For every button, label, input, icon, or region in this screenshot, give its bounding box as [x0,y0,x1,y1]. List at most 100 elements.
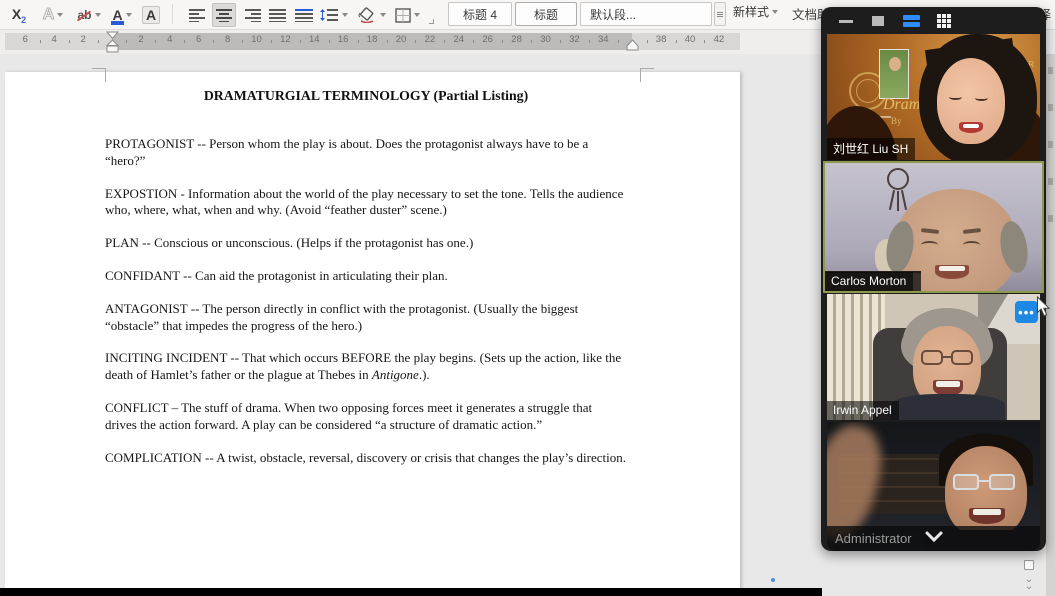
doc-paragraph: CONFIDANT -- Can aid the protagonist in … [105,268,627,285]
dialog-launcher-icon[interactable] [429,19,434,24]
font-color-button[interactable]: A [106,3,138,27]
participant-name-label: 刘世红 Liu SH [827,138,915,160]
ruler-number: 24 [454,34,465,45]
doc-paragraph: ANTAGONIST -- The person directly in con… [105,301,627,335]
style-default-paragraph[interactable]: 默认段... [580,2,712,26]
chevron-down-icon [126,13,132,17]
right-indent-marker[interactable] [626,39,639,52]
character-shading-icon: A [142,6,160,24]
video-tile-liu[interactable]: THEATER/ DANCE Dram By 刘世红 Liu SH [827,34,1040,160]
style-gallery-scroll[interactable] [714,2,726,26]
more-options-button[interactable]: ••• [1015,301,1038,323]
participant-name-label: Irwin Appel [827,401,899,420]
ruler-number: 32 [569,34,580,45]
ruler-number: 16 [338,34,349,45]
video-panel-header [821,7,1046,34]
doc-paragraph: PLAN -- Conscious or unconscious. (Helps… [105,235,627,252]
doc-paragraph: COMPLICATION -- A twist, obstacle, rever… [105,450,627,467]
font-color-icon: A [112,7,122,23]
ruler-number: 2 [138,34,143,45]
chevron-down-icon [342,13,348,17]
character-shading-button[interactable]: A [138,3,164,27]
ruler-number: 28 [511,34,522,45]
gallery-strip-view-button[interactable] [900,13,922,29]
next-page-button[interactable] [1024,560,1034,570]
ruler-number: 6 [23,34,28,45]
align-right-button[interactable] [240,3,264,27]
participant-name-label: Carlos Morton [825,272,913,291]
mouse-cursor [1036,296,1051,317]
anchor-dot [771,578,775,582]
inset-photo [879,49,909,99]
new-style-button[interactable]: 新样式 [733,3,778,20]
ruler-number: 34 [598,34,609,45]
phonetic-guide-icon: ab [77,8,91,22]
align-right-icon [243,9,261,22]
margin-crop-mark [92,68,106,82]
video-tile-administrator[interactable]: Administrator [827,422,1040,551]
document-body: PROTAGONIST -- Person whom the play is a… [105,136,627,482]
align-left-button[interactable] [186,3,210,27]
ruler-number: 38 [656,34,667,45]
subscript-button[interactable]: X2 [6,3,32,27]
ruler-number: 4 [52,34,57,45]
ruler-number: 40 [685,34,696,45]
borders-button[interactable] [390,3,424,27]
style-heading[interactable]: 标题 [515,2,577,26]
ruler-number: 22 [425,34,436,45]
margin-crop-mark [640,68,654,82]
ruler-number: 10 [251,34,262,45]
doc-paragraph: EXPOSTION - Information about the world … [105,186,627,220]
dreamcatcher [887,168,909,190]
line-spacing-button[interactable] [318,3,350,27]
screen: X2 A ab A A [0,0,1055,596]
chevron-down-icon [380,13,386,17]
borders-grid-icon [395,8,411,23]
ruler-number: 6 [196,34,201,45]
style-heading4[interactable]: 标题 4 [448,2,512,26]
minimize-icon [839,20,853,23]
ruler-number: 4 [167,34,172,45]
ruler-number: 14 [309,34,320,45]
doc-paragraph: PROTAGONIST -- Person whom the play is a… [105,136,627,170]
line-spacing-icon [320,9,339,22]
chevron-down-icon [414,13,420,17]
minimize-button[interactable] [835,13,857,29]
ruler-number: 42 [714,34,725,45]
shading-button[interactable] [354,3,388,27]
justify-button[interactable] [266,3,290,27]
new-style-label: 新样式 [733,3,769,20]
subscript-icon: X2 [12,6,26,25]
grid-view-icon [937,14,951,28]
video-tile-irwin[interactable]: ••• Irwin Appel [827,294,1040,420]
doc-paragraph: INCITING INCIDENT -- That which occurs B… [105,350,627,384]
distribute-text-button[interactable] [292,3,316,27]
toolbar-divider [172,4,173,24]
phonetic-guide-button[interactable]: ab [72,3,106,27]
speaker-view-button[interactable] [867,13,889,29]
collapse-chevron-icon[interactable] [923,530,945,544]
ruler-number: 30 [540,34,551,45]
grid-view-button[interactable] [933,13,955,29]
chevron-down-icon [95,13,101,17]
chevron-down-icon [57,13,63,17]
doc-paragraph: CONFLICT – The stuff of drama. When two … [105,400,627,434]
video-tile-carlos-active[interactable]: Carlos Morton [823,161,1044,293]
text-effects-icon: A [43,6,55,24]
scroll-next-icon[interactable]: ⌄⌄ [1023,576,1035,590]
chevron-down-icon [772,10,778,14]
align-left-icon [189,9,207,22]
by-text: By [891,116,902,126]
align-center-button[interactable] [212,3,236,27]
drama-text: Dram [883,96,920,114]
align-center-icon [215,9,233,22]
video-conference-panel: THEATER/ DANCE Dram By 刘世红 Liu SH [821,7,1046,551]
panel-bottom-bar: Administrator [827,526,1040,551]
gallery-strip-icon [903,15,920,20]
indent-markers[interactable] [106,31,119,54]
text-effects-button[interactable]: A [36,3,70,27]
speaker-view-icon [872,16,884,26]
ruler-number: 18 [367,34,378,45]
ruler-number: 8 [225,34,230,45]
justify-icon [269,9,287,22]
